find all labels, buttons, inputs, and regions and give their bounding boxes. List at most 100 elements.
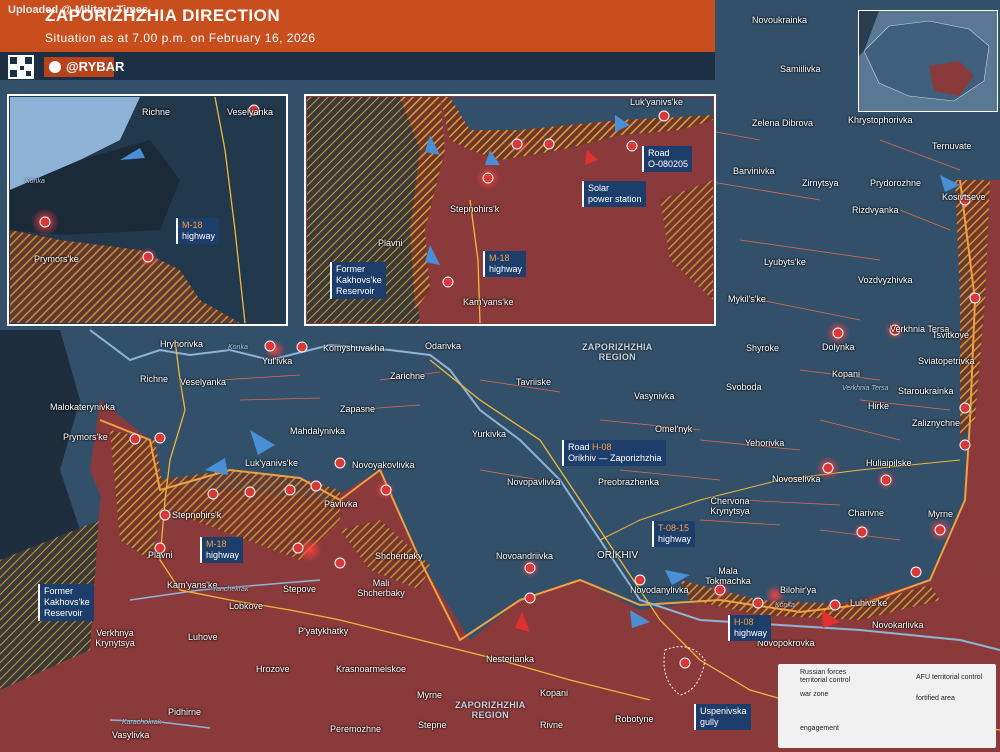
river-label: Yanchekrak [212, 586, 249, 593]
settlement-label: Zirnytsya [802, 178, 839, 188]
legend-afu: AFU territorial control [916, 674, 983, 681]
settlement-label: Yehorivka [745, 438, 785, 448]
settlement-label: Malokaterynivka [50, 402, 116, 412]
settlement-label: Yul'ivka [262, 356, 293, 366]
settlement-label: Kosivtseve [942, 192, 986, 202]
settlement-label: Hirke [868, 401, 890, 411]
settlement-label: Novoukrainka [752, 15, 808, 25]
map-legend: Russian forces territorial control AFU t… [778, 664, 996, 748]
settlement-label: Dolynka [822, 342, 855, 352]
settlement-label: Khrystophorivka [848, 115, 913, 125]
settlement-label: Shyroke [746, 343, 780, 353]
brand-name: @RYBAR [66, 59, 125, 74]
callout-uspenivska-gully: Uspenivska gully [694, 704, 751, 730]
settlement-label: Stepove [283, 584, 317, 594]
settlement-label: Kopani [832, 369, 861, 379]
region-label-south: ZAPORIZHZHIA REGION [455, 700, 526, 720]
settlement-label: Samiilivka [780, 64, 821, 74]
settlement-label: Kam'yans'ke [167, 580, 218, 590]
inset-settlement-label: Kam'yans'ke [463, 297, 514, 307]
settlement-label: Yurkivka [472, 429, 507, 439]
settlement-label: Zelena Dibrova [752, 118, 814, 128]
settlement-label: Hrozove [256, 664, 290, 674]
settlement-label: Omel'nyk [655, 424, 693, 434]
settlement-label: Hryhorivka [160, 339, 204, 349]
settlement-label: Bilohir'ya [780, 585, 817, 595]
settlement-label: Nesterianka [486, 654, 535, 664]
settlement-label: Novoandriivka [496, 551, 554, 561]
settlement-label: Sviatopetrivka [918, 356, 975, 366]
settlement-label: Peremozhne [330, 724, 382, 734]
settlement-label: Luk'yanivs'ke [245, 458, 298, 468]
settlement-label: Luhivs'ke [850, 598, 888, 608]
callout-m18-main: M-18 highway [200, 537, 244, 563]
settlement-label: Stepne [418, 720, 447, 730]
legend-engagement: engagement [800, 725, 839, 732]
settlement-label: Svoboda [726, 382, 762, 392]
region-label-north: ZAPORIZHZHIA REGION [582, 342, 653, 362]
river-label: Konka [25, 178, 45, 185]
callout-reservoir-inset: Former Kakhovs'ke Reservoir [330, 262, 386, 299]
settlement-label: Prymors'ke [63, 432, 108, 442]
settlement-label: Tsvitkove [932, 330, 970, 340]
settlement-label: Verkhnya Krynytsya [95, 628, 135, 648]
settlement-label: Stepnohirs'k [172, 510, 222, 520]
callout-m18-inset-left: M-18 highway [176, 218, 220, 244]
settlement-label: Prydorozhne [870, 178, 922, 188]
settlement-label: Pidhirne [168, 707, 202, 717]
map-title: ZAPORIZHZHIA DIRECTION [45, 6, 281, 25]
settlement-label: Preobrazhenka [598, 477, 660, 487]
settlement-label: Lobkove [229, 601, 264, 611]
settlement-label: Ternuvate [932, 141, 972, 151]
map-subtitle: Situation as at 7.00 p.m. on February 16… [45, 31, 316, 45]
settlement-label: ORIKHIV [597, 550, 639, 561]
legend-war-zone: war zone [800, 691, 829, 698]
header-banner: Uploaded @ Military Times ZAPORIZHZHIA D… [0, 0, 715, 52]
inset-settlement-label: Veselyanka [227, 107, 274, 117]
legend-fortified: fortified area [916, 695, 955, 702]
settlement-label: Kopani [540, 688, 569, 698]
settlement-label: Novodanylivka [630, 585, 689, 595]
callout-t0815: T-08-15 highway [652, 521, 696, 547]
settlement-label: Barvinivka [733, 166, 775, 176]
settlement-label: Komyshuvakha [323, 343, 385, 353]
settlement-label: Rivne [540, 720, 564, 730]
settlement-label: Pavlivka [324, 499, 358, 509]
settlement-label: Staroukrainka [898, 386, 954, 396]
settlement-label: Richne [140, 374, 169, 384]
qr-code-icon [8, 55, 34, 79]
settlement-label: Vasynivka [634, 391, 675, 401]
settlement-label: Mahdalynivka [290, 426, 346, 436]
settlement-label: Novoyakovlivka [352, 460, 415, 470]
settlement-label: Plavni [148, 550, 173, 560]
settlement-label: Mykil's'ke [728, 294, 766, 304]
settlement-label: Lyubyts'ke [764, 257, 806, 267]
settlement-label: Mali Shcherbaky [357, 578, 405, 598]
settlement-label: Vozdvyzhivka [858, 275, 913, 285]
settlement-label: Chervona Krynytsya [710, 496, 750, 516]
settlement-label: Veselyanka [180, 377, 227, 387]
settlement-label: Zaliznychne [912, 418, 961, 428]
settlement-label: Robotyne [615, 714, 654, 724]
settlement-label: Novoselivka [772, 474, 821, 484]
river-label: Karachokrak [122, 719, 162, 726]
settlement-label: Myrne [928, 509, 954, 519]
settlement-label: Zapasne [340, 404, 376, 414]
callout-reservoir-main: Former Kakhovs'ke Reservoir [38, 584, 94, 621]
settlement-label: Tavriiske [516, 377, 552, 387]
settlement-label: Shcherbaky [375, 551, 423, 561]
inset-settlement-label: Luk'yanivs'ke [630, 97, 683, 107]
inset-settlement-label: Stepnohirs'k [450, 204, 500, 214]
callout-solar-station: Solar power station [582, 181, 646, 207]
settlement-label: Novopavlivka [507, 477, 561, 487]
telegram-icon [49, 61, 61, 73]
settlement-label: Vasylivka [112, 730, 150, 740]
settlement-label: Rizdvyanka [852, 205, 899, 215]
locator-minimap [858, 10, 998, 112]
inset-settlement-label: Prymors'ke [34, 254, 79, 264]
settlement-label: Odarivka [425, 341, 462, 351]
settlement-label: P'yatykhatky [298, 626, 349, 636]
legend-russian: Russian forces territorial control [800, 669, 851, 684]
callout-road-h08: Road H-08 Orikhiv — Zaporizhzhia [562, 440, 666, 466]
settlement-label: Myrne [417, 690, 443, 700]
